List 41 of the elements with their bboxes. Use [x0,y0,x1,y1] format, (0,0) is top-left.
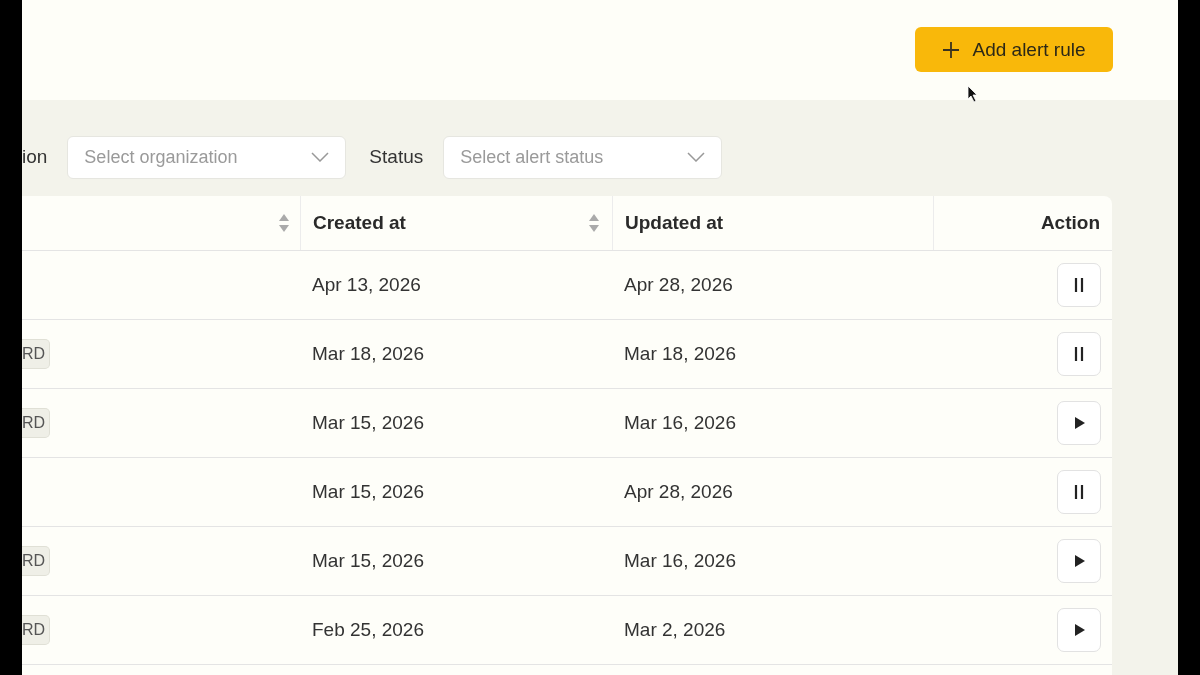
select-field[interactable]: Select alert status [443,135,723,179]
tag-badge: RD [22,615,51,645]
table-cell: Mar 2, 2026 [624,619,726,641]
play-icon [1072,415,1086,431]
table-cell: Mar 18, 2026 [624,343,736,365]
tag-badge: RD [22,408,51,438]
pause-icon [1072,277,1086,293]
table-cell: Mar 16, 2026 [624,550,736,572]
chevron-down-icon [687,152,706,162]
play-button[interactable] [1057,539,1101,583]
play-icon [1072,553,1086,569]
tag-badge: RD [22,339,51,369]
table-cell: Feb 25, 2026 [312,619,424,641]
tag-badge: RD [22,546,51,576]
table-cell: Apr 28, 2026 [624,481,733,503]
column-header: Created at [313,212,406,234]
table-cell: Mar 15, 2026 [312,412,424,434]
play-button[interactable] [1057,401,1101,445]
select-field[interactable]: Select organization [67,135,347,179]
chevron-down-icon [311,152,330,162]
pause-icon [1072,346,1086,362]
column-header: Action [1040,212,1100,234]
plus-icon [942,40,961,59]
table-cell: Mar 15, 2026 [312,481,424,503]
play-icon [1072,622,1086,638]
filter-label: ion [22,146,48,168]
pause-button[interactable] [1057,332,1101,376]
table-cell: Mar 15, 2026 [312,550,424,572]
add-alert-rule-button[interactable]: Add alert rule [915,27,1113,72]
filter-label: Status [369,146,424,168]
table-cell: Apr 13, 2026 [312,274,421,296]
sort-icon [278,213,290,233]
pause-icon [1072,484,1086,500]
pause-button[interactable] [1057,470,1101,514]
sort-icon [588,213,600,233]
table-cell: Apr 28, 2026 [624,274,733,296]
column-header: Updated at [625,212,724,234]
table-cell: Mar 18, 2026 [312,343,424,365]
table-cell: Mar 16, 2026 [624,412,736,434]
play-button[interactable] [1057,608,1101,652]
pause-button[interactable] [1057,263,1101,307]
